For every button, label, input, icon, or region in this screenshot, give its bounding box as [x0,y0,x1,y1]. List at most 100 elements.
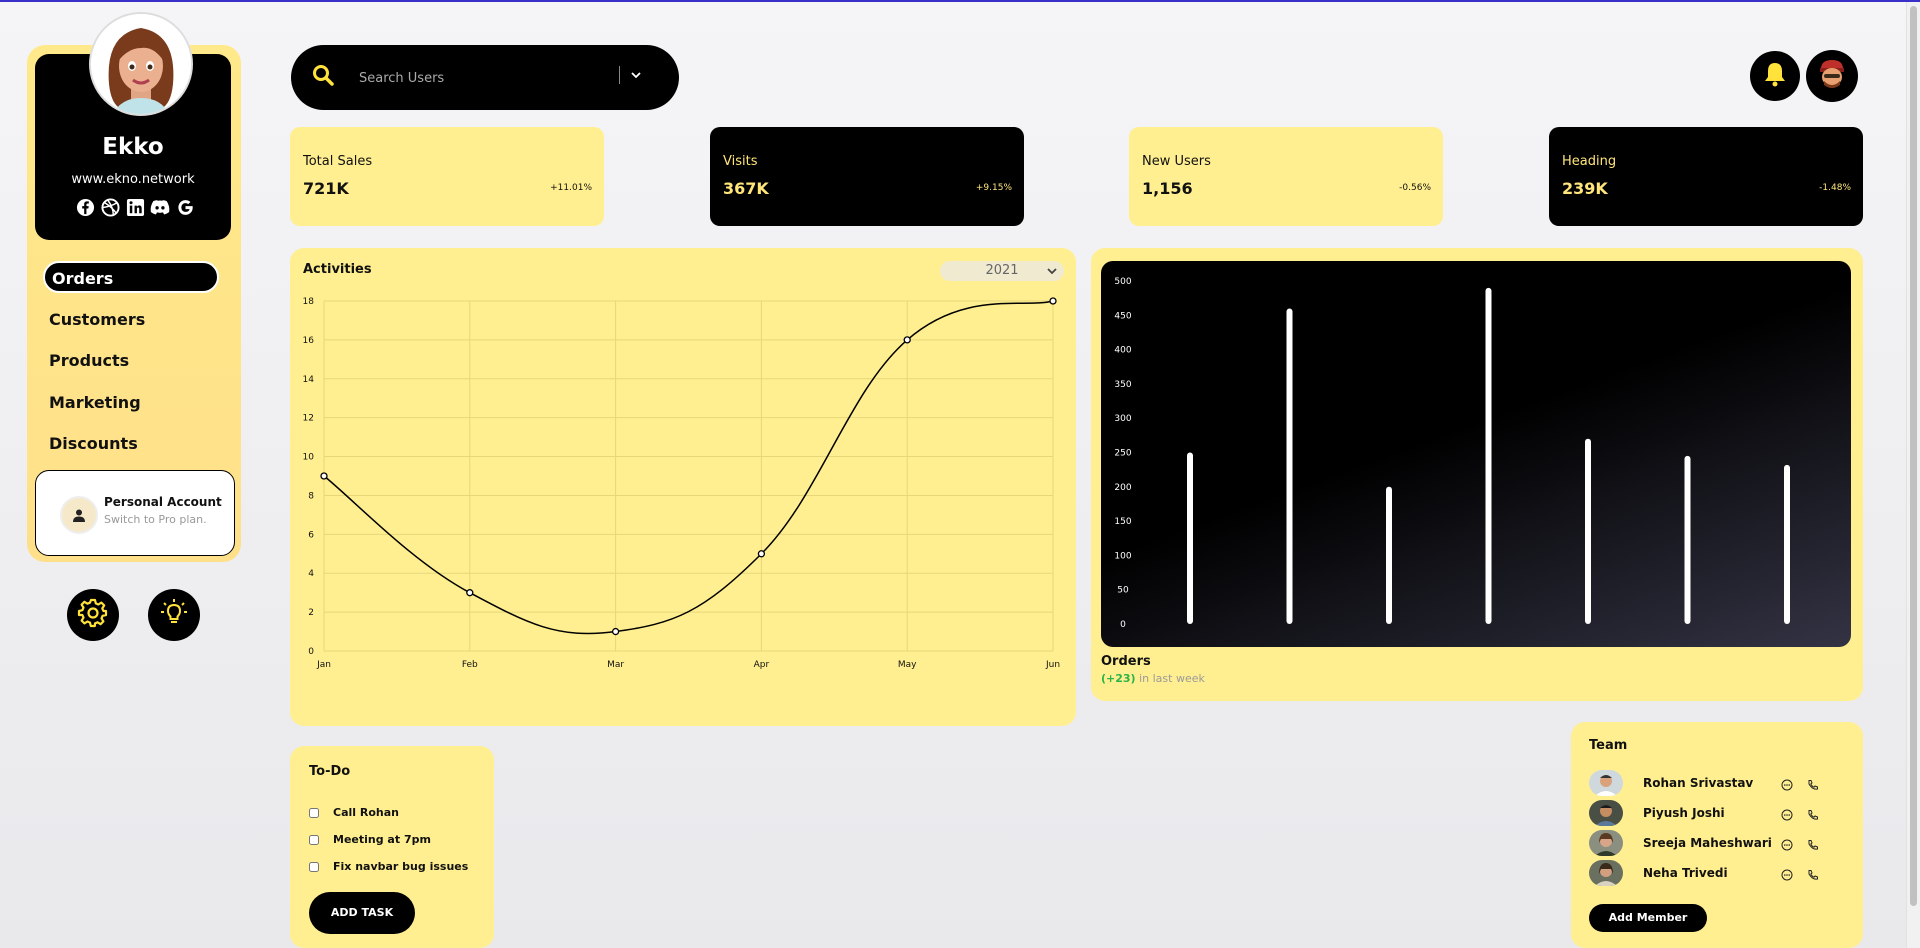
chevron-down-icon[interactable] [629,67,643,86]
orders-bar [1684,455,1691,624]
y-tick-label: 50 [1117,586,1129,596]
dribbble-icon[interactable] [100,197,120,217]
y-tick-label: 100 [1114,551,1131,561]
message-icon[interactable] [1781,866,1793,885]
user-avatar-button[interactable] [1806,50,1858,102]
search-icon[interactable] [311,63,335,91]
y-tick-label: 500 [1114,277,1131,287]
y-tick-label: 18 [303,297,315,307]
orders-change: (+23) [1101,672,1136,685]
stat-card-total-sales: Total Sales 721K +11.01% [290,127,604,226]
todo-title: To-Do [309,764,351,779]
x-tick-label: Apr [754,660,770,670]
discord-icon[interactable] [150,197,170,217]
y-tick-label: 150 [1114,517,1131,527]
activities-data-point [1049,297,1057,305]
social-links [75,194,195,220]
orders-title: Orders [1101,654,1151,669]
avatar [1589,770,1623,796]
message-icon[interactable] [1781,806,1793,825]
team-member-name: Sreeja Maheshwari [1643,836,1772,850]
notifications-button[interactable] [1750,51,1800,101]
activities-data-point [466,589,474,597]
team-member: Sreeja Maheshwari [1589,830,1853,858]
sidebar-item-discounts[interactable]: Discounts [43,428,138,460]
y-tick-label: 14 [303,375,315,385]
scrollbar-thumb[interactable] [1910,6,1917,906]
team-member-name: Piyush Joshi [1643,806,1725,820]
stat-card-new-users: New Users 1,156 -0.56% [1129,127,1443,226]
add-member-button[interactable]: Add Member [1589,904,1707,932]
avatar [1589,860,1623,886]
todo-checkbox[interactable] [309,834,319,845]
profile-avatar [89,12,193,116]
settings-button[interactable] [67,589,119,641]
y-tick-label: 10 [303,453,315,463]
message-icon[interactable] [1781,836,1793,855]
activities-series-line [323,300,1054,635]
orders-chart-panel: 0 50 100 150 200 250 300 350 400 450 500 [1101,261,1851,647]
personal-account-card[interactable]: Personal Account Switch to Pro plan. [35,470,235,556]
theme-toggle-button[interactable] [148,589,200,641]
stat-value: 367K [723,179,769,198]
team-member-name: Rohan Srivastav [1643,776,1754,790]
stat-change: -1.48% [1819,183,1851,193]
activities-data-point [611,627,620,636]
todo-label: Meeting at 7pm [333,833,431,846]
todo-item[interactable]: Fix navbar bug issues [309,860,468,873]
page-scrollbar[interactable] [1906,2,1920,948]
y-tick-label: 8 [308,491,314,501]
orders-change-suffix: in last week [1135,672,1205,685]
phone-icon[interactable] [1807,806,1819,825]
stat-value: 1,156 [1142,179,1193,198]
todo-checkbox[interactable] [309,861,319,872]
todo-item[interactable]: Meeting at 7pm [309,833,431,846]
google-icon[interactable] [175,197,195,217]
team-title: Team [1589,738,1628,753]
sidebar-item-customers[interactable]: Customers [43,304,145,336]
stat-change: -0.56% [1399,183,1431,193]
y-tick-label: 400 [1114,346,1131,356]
y-tick-label: 350 [1114,380,1131,390]
stat-value: 721K [303,179,349,198]
top-accent-line [0,0,1920,2]
phone-icon[interactable] [1807,776,1819,795]
y-tick-label: 4 [308,569,314,579]
add-task-button[interactable]: ADD TASK [309,892,415,934]
stat-value: 239K [1562,179,1608,198]
profile-website[interactable]: www.ekno.network [35,172,231,187]
stat-change: +9.15% [975,183,1012,193]
account-subtitle[interactable]: Switch to Pro plan. [104,513,207,526]
todo-checkbox[interactable] [309,807,319,818]
stat-card-heading: Heading 239K -1.48% [1549,127,1863,226]
account-title: Personal Account [104,495,222,509]
search-input[interactable] [357,64,561,92]
todo-card: To-Do Call Rohan Meeting at 7pm Fix navb… [290,746,494,948]
todo-label: Fix navbar bug issues [333,860,469,873]
avatar [1589,830,1623,856]
activities-card: Activities 2021 0 2 4 6 8 10 12 14 16 18 Jan Feb Mar… [290,248,1076,726]
team-member: Neha Trivedi [1589,860,1853,888]
message-icon[interactable] [1781,776,1793,795]
todo-label: Call Rohan [333,806,399,819]
y-tick-label: 12 [303,414,314,424]
activities-line-chart: 0 2 4 6 8 10 12 14 16 18 Jan Feb Mar Apr May Jun [303,297,1060,670]
stat-label: New Users [1142,154,1211,169]
y-tick-label: 2 [308,608,314,618]
sidebar: Ekko www.ekno.network Orders Customers P… [27,12,241,562]
x-tick-label: Jun [1045,660,1060,670]
y-tick-label: 6 [308,530,314,540]
linkedin-icon[interactable] [125,197,145,217]
phone-icon[interactable] [1807,836,1819,855]
todo-item[interactable]: Call Rohan [309,806,399,819]
sidebar-item-marketing[interactable]: Marketing [43,387,141,419]
facebook-icon[interactable] [75,197,95,217]
activities-data-point [757,550,766,558]
sidebar-item-products[interactable]: Products [43,345,129,377]
x-tick-label: Feb [462,660,478,670]
sidebar-item-orders[interactable]: Orders [43,261,219,293]
phone-icon[interactable] [1807,866,1819,885]
lightbulb-icon [158,597,190,633]
stat-change: +11.01% [550,183,592,193]
orders-bar [1187,452,1193,624]
